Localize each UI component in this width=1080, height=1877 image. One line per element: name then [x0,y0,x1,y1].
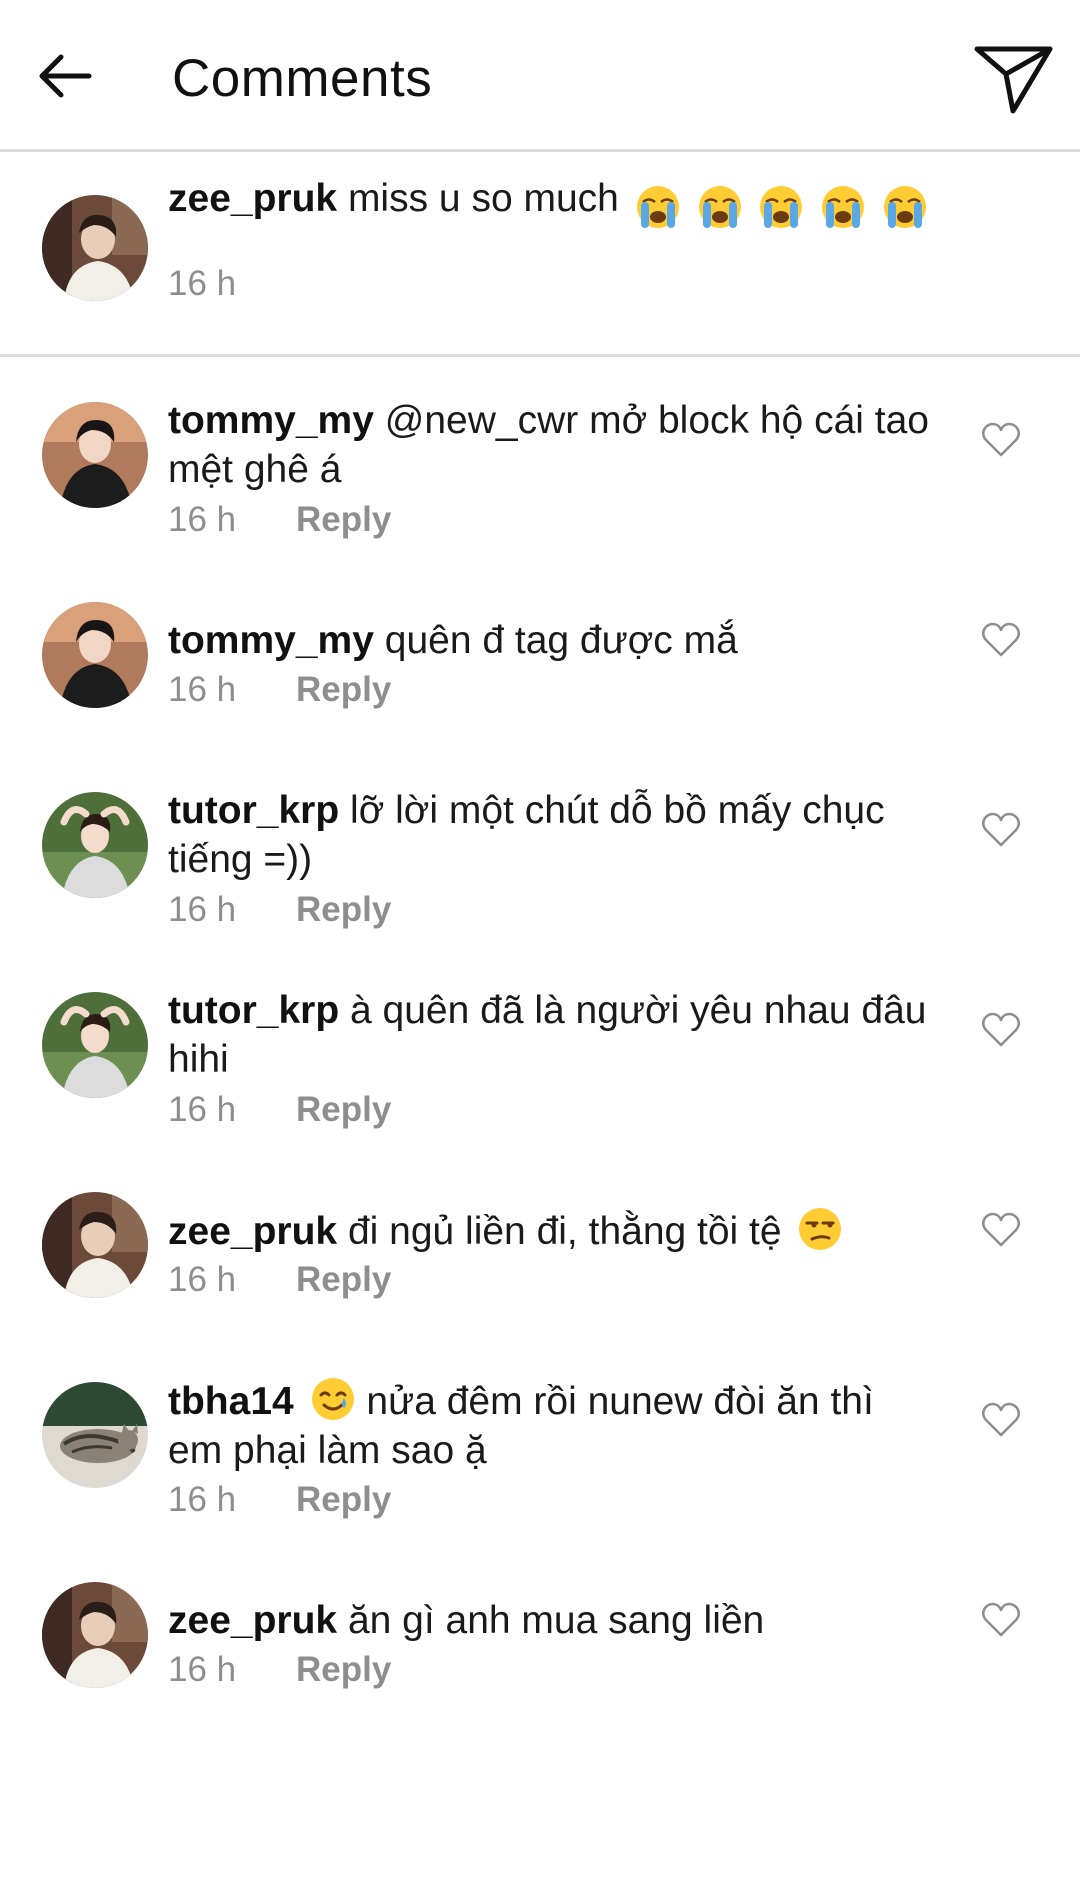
reply-button[interactable]: Reply [296,1480,391,1520]
comment-username[interactable]: zee_pruk [168,1210,337,1253]
avatar[interactable] [42,1192,148,1298]
comment-meta: 16 h Reply [168,670,391,710]
back-arrow-icon [37,51,93,106]
comment-text: zee_pruk ăn gì anh mua sang liền [168,1596,938,1645]
caption-meta: 16 h [168,264,296,304]
smiling-face-with-tear-icon [311,1378,354,1420]
share-button[interactable] [964,36,1064,126]
comment-username[interactable]: tutor_krp [168,989,339,1032]
comment-username[interactable]: tbha14 [168,1380,294,1423]
loudly-crying-face-icon [760,185,803,228]
reply-button[interactable]: Reply [296,1650,391,1690]
comment-meta: 16 h Reply [168,890,391,930]
comment-text: tutor_krp lỡ lời một chút dỗ bồ mấy chục… [168,786,938,884]
reply-button[interactable]: Reply [296,670,391,710]
avatar[interactable] [42,1582,148,1688]
comment-timestamp: 16 h [168,1480,237,1519]
loudly-crying-face-icon [698,185,741,228]
comment-text: tutor_krp à quên đã là người yêu nhau đâ… [168,986,938,1084]
unamused-face-icon [799,1208,842,1250]
paper-plane-icon [973,43,1055,120]
comment-body: quên đ tag được mắ [384,619,738,662]
comment-timestamp: 16 h [168,670,237,709]
heart-icon[interactable] [980,809,1022,849]
reply-button[interactable]: Reply [296,890,391,930]
reply-button[interactable]: Reply [296,500,391,540]
comment-timestamp: 16 h [168,1260,237,1299]
comment-meta: 16 h Reply [168,1650,391,1690]
caption-text: zee_pruk miss u so much [168,174,938,230]
comment-meta: 16 h Reply [168,1260,391,1300]
loudly-crying-face-icon [636,185,679,228]
crying-emoji-group [630,180,928,230]
top-bar: Comments [0,0,1080,152]
caption-timestamp: 16 h [168,264,237,303]
heart-icon[interactable] [980,1209,1022,1249]
page-title: Comments [172,49,433,108]
avatar[interactable] [42,1382,148,1488]
heart-icon[interactable] [980,1399,1022,1439]
post-caption: zee_pruk miss u so much 16 h [0,152,1080,357]
loudly-crying-face-icon [884,185,927,228]
comment-timestamp: 16 h [168,500,237,539]
heart-icon[interactable] [980,419,1022,459]
comment-timestamp: 16 h [168,1650,237,1689]
comment-body: đi ngủ liền đi, thằng tồi tệ [347,1210,782,1253]
comment-timestamp: 16 h [168,890,237,929]
comment-username[interactable]: tutor_krp [168,789,339,832]
comment-username[interactable]: zee_pruk [168,1599,337,1642]
caption-body: miss u so much [347,177,619,220]
caption-username[interactable]: zee_pruk [168,177,337,220]
reply-button[interactable]: Reply [296,1260,391,1300]
avatar[interactable] [42,402,148,508]
avatar[interactable] [42,602,148,708]
back-button[interactable] [30,38,100,118]
heart-icon[interactable] [980,1009,1022,1049]
comment-username[interactable]: tommy_my [168,399,374,442]
avatar[interactable] [42,195,148,301]
comment-meta: 16 h Reply [168,500,391,540]
comment-timestamp: 16 h [168,1090,237,1129]
loudly-crying-face-icon [822,185,865,228]
comment-text: tbha14 nửa đêm rồi nunew đòi ăn thì em p… [168,1376,938,1475]
avatar[interactable] [42,992,148,1098]
comment-meta: 16 h Reply [168,1090,391,1130]
comment-username[interactable]: tommy_my [168,619,374,662]
comment-text: tommy_my quên đ tag được mắ [168,616,938,665]
comment-text: zee_pruk đi ngủ liền đi, thằng tồi tệ [168,1206,938,1256]
comment-meta: 16 h Reply [168,1480,391,1520]
avatar[interactable] [42,792,148,898]
comment-body: ăn gì anh mua sang liền [347,1599,765,1642]
heart-icon[interactable] [980,1599,1022,1639]
reply-button[interactable]: Reply [296,1090,391,1130]
heart-icon[interactable] [980,619,1022,659]
comment-text: tommy_my @new_cwr mở block hộ cái tao mệ… [168,396,938,494]
